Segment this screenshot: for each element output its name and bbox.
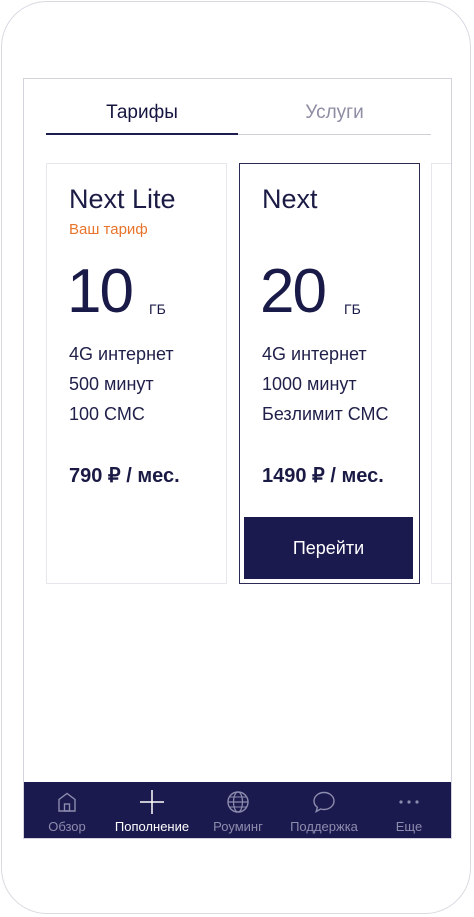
data-unit: ГБ	[344, 301, 361, 317]
nav-label: Роуминг	[213, 819, 263, 834]
current-tariff-badge: Ваш тариф	[69, 221, 148, 238]
tab-bar: Тарифы Услуги	[46, 79, 431, 136]
tab-tariffs[interactable]: Тарифы	[46, 79, 238, 134]
plus-icon	[140, 790, 164, 814]
feature-internet: 4G интернет	[69, 344, 174, 364]
tab-services[interactable]: Услуги	[238, 79, 431, 134]
switch-tariff-button[interactable]: Перейти	[244, 517, 413, 579]
globe-icon	[227, 791, 249, 813]
nav-more[interactable]: Еще	[367, 782, 451, 838]
app-screen: Тарифы Услуги Next Lite Ваш тариф 10 ГБ …	[23, 78, 452, 839]
tariff-price: 1490 ₽ / мес.	[262, 465, 384, 487]
data-unit: ГБ	[149, 301, 166, 317]
more-icon	[399, 800, 419, 804]
tariff-card-partial[interactable]	[431, 163, 451, 584]
nav-label: Поддержка	[290, 819, 358, 834]
nav-label: Пополнение	[114, 819, 190, 834]
feature-minutes: 500 минут	[69, 374, 154, 394]
nav-support[interactable]: Поддержка	[282, 782, 366, 838]
chat-icon	[313, 791, 335, 813]
nav-label: Обзор	[48, 819, 86, 834]
tariff-card-next-lite[interactable]: Next Lite Ваш тариф 10 ГБ 4G интернет 50…	[46, 163, 227, 584]
tariff-name: Next	[262, 184, 318, 214]
bottom-nav: Обзор Пополнение Роуминг Поддержка Еще	[24, 782, 451, 838]
feature-minutes: 1000 минут	[262, 374, 357, 394]
feature-sms: Безлимит СМС	[262, 404, 389, 424]
nav-overview[interactable]: Обзор	[25, 782, 109, 838]
data-amount: 10	[67, 257, 134, 326]
home-icon	[58, 792, 76, 812]
tariff-name: Next Lite	[69, 184, 176, 214]
feature-internet: 4G интернет	[262, 344, 367, 364]
data-amount: 20	[260, 257, 327, 326]
feature-sms: 100 СМС	[69, 404, 145, 424]
tariff-price: 790 ₽ / мес.	[69, 465, 180, 487]
nav-roaming[interactable]: Роуминг	[196, 782, 280, 838]
tab-active-indicator	[46, 133, 238, 135]
nav-label: Еще	[395, 819, 423, 834]
nav-top-up[interactable]: Пополнение	[110, 782, 194, 838]
tariff-card-next[interactable]: Next 20 ГБ 4G интернет 1000 минут Безлим…	[239, 163, 420, 584]
